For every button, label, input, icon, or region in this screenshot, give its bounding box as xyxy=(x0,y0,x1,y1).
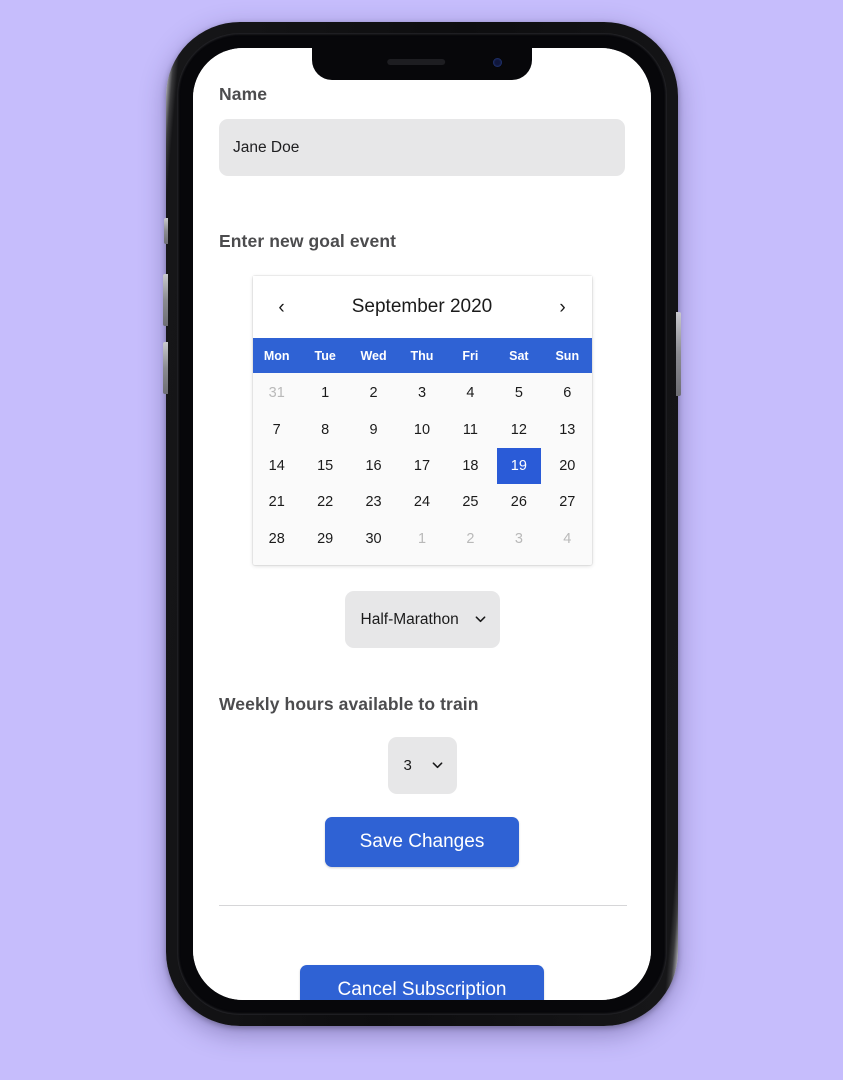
calendar-weekday-fri: Fri xyxy=(462,348,479,363)
calendar-day[interactable]: 1 xyxy=(398,521,446,557)
weekly-hours-select-wrapper: 3 xyxy=(387,736,457,794)
goal-event-label: Enter new goal event xyxy=(219,231,397,251)
calendar-day[interactable]: 12 xyxy=(495,411,543,447)
section-divider xyxy=(219,904,627,906)
calendar-day[interactable]: 3 xyxy=(398,375,446,411)
weekly-hours-select[interactable]: 3 xyxy=(387,736,457,794)
calendar-weekday-header: Mon Tue Wed Thu Fri Sat Sun xyxy=(252,338,592,373)
silent-switch-button[interactable] xyxy=(164,218,168,244)
volume-up-button[interactable] xyxy=(163,274,168,326)
calendar-day[interactable]: 27 xyxy=(543,484,591,520)
calendar-weekday-wed: Wed xyxy=(360,348,387,363)
event-type-select[interactable]: Half-Marathon xyxy=(344,590,500,648)
phone-notch xyxy=(312,48,532,80)
calendar-day-selected[interactable]: 19 xyxy=(496,447,541,484)
phone-screen: Name Enter new goal event ‹ September 20… xyxy=(193,48,651,1000)
calendar-day[interactable]: 23 xyxy=(349,484,397,520)
cancel-subscription-button[interactable]: Cancel Subscription xyxy=(300,964,544,1000)
calendar-day[interactable]: 18 xyxy=(446,448,494,484)
calendar-day[interactable]: 1 xyxy=(301,375,349,411)
calendar-day[interactable]: 16 xyxy=(349,448,397,484)
earpiece-speaker-icon xyxy=(387,59,446,65)
calendar-day[interactable]: 15 xyxy=(301,448,349,484)
event-type-row: Half-Marathon xyxy=(219,590,625,648)
calendar-day[interactable]: 2 xyxy=(446,521,494,557)
date-picker-calendar: ‹ September 2020 › Mon Tue Wed Thu Fri Sat Sun… xyxy=(252,276,592,565)
calendar-day[interactable]: 7 xyxy=(253,411,301,447)
calendar-prev-month-icon[interactable]: ‹ xyxy=(269,292,295,322)
calendar-day[interactable]: 5 xyxy=(495,375,543,411)
calendar-day[interactable]: 3 xyxy=(495,521,543,557)
calendar-day-grid: 31 1 2 3 4 5 6 7 8 9 10 11 12 13 14 15 16 17 18 19 20 21 22 23 2… xyxy=(253,373,592,565)
weekly-hours-label: Weekly hours available to train xyxy=(219,693,479,714)
calendar-weekday-mon: Mon xyxy=(263,348,290,363)
calendar-day[interactable]: 13 xyxy=(543,411,591,447)
calendar-day[interactable]: 25 xyxy=(446,484,494,520)
calendar-weekday-tue: Tue xyxy=(314,348,336,363)
save-changes-button[interactable]: Save Changes xyxy=(325,816,519,867)
power-button[interactable] xyxy=(676,312,681,396)
calendar-next-month-icon[interactable]: › xyxy=(550,292,576,322)
volume-down-button[interactable] xyxy=(163,342,168,394)
calendar-day[interactable]: 28 xyxy=(253,521,301,557)
calendar-month-title: September 2020 xyxy=(351,296,493,317)
calendar-weekday-sat: Sat xyxy=(509,348,529,363)
calendar-header: ‹ September 2020 › xyxy=(252,276,592,338)
calendar-day[interactable]: 30 xyxy=(349,521,397,557)
calendar-day[interactable]: 8 xyxy=(301,411,349,447)
calendar-day[interactable]: 9 xyxy=(349,411,397,447)
name-label: Name xyxy=(219,84,268,104)
calendar-day[interactable]: 2 xyxy=(349,375,397,411)
event-type-select-wrapper: Half-Marathon xyxy=(344,590,500,648)
front-camera-icon xyxy=(493,58,502,67)
calendar-day[interactable]: 10 xyxy=(398,411,446,447)
calendar-day[interactable]: 4 xyxy=(446,375,494,411)
calendar-day[interactable]: 4 xyxy=(543,521,591,557)
calendar-day[interactable]: 17 xyxy=(398,448,446,484)
calendar-day[interactable]: 22 xyxy=(301,484,349,520)
calendar-day[interactable]: 24 xyxy=(398,484,446,520)
calendar-day[interactable]: 31 xyxy=(253,375,301,411)
calendar-weekday-sun: Sun xyxy=(555,348,580,363)
calendar-day[interactable]: 20 xyxy=(543,448,591,484)
name-input[interactable] xyxy=(219,119,625,176)
calendar-day[interactable]: 21 xyxy=(253,484,301,520)
calendar-weekday-thu: Thu xyxy=(410,348,434,363)
calendar-day[interactable]: 11 xyxy=(446,411,494,447)
calendar-day[interactable]: 26 xyxy=(495,484,543,520)
profile-settings-screen: Name Enter new goal event ‹ September 20… xyxy=(193,48,651,1000)
weekly-hours-row: 3 xyxy=(219,736,625,794)
calendar-day[interactable]: 6 xyxy=(543,375,591,411)
calendar-day[interactable]: 29 xyxy=(301,521,349,557)
phone-device-frame: Name Enter new goal event ‹ September 20… xyxy=(163,22,681,1026)
calendar-day[interactable]: 14 xyxy=(253,448,301,484)
